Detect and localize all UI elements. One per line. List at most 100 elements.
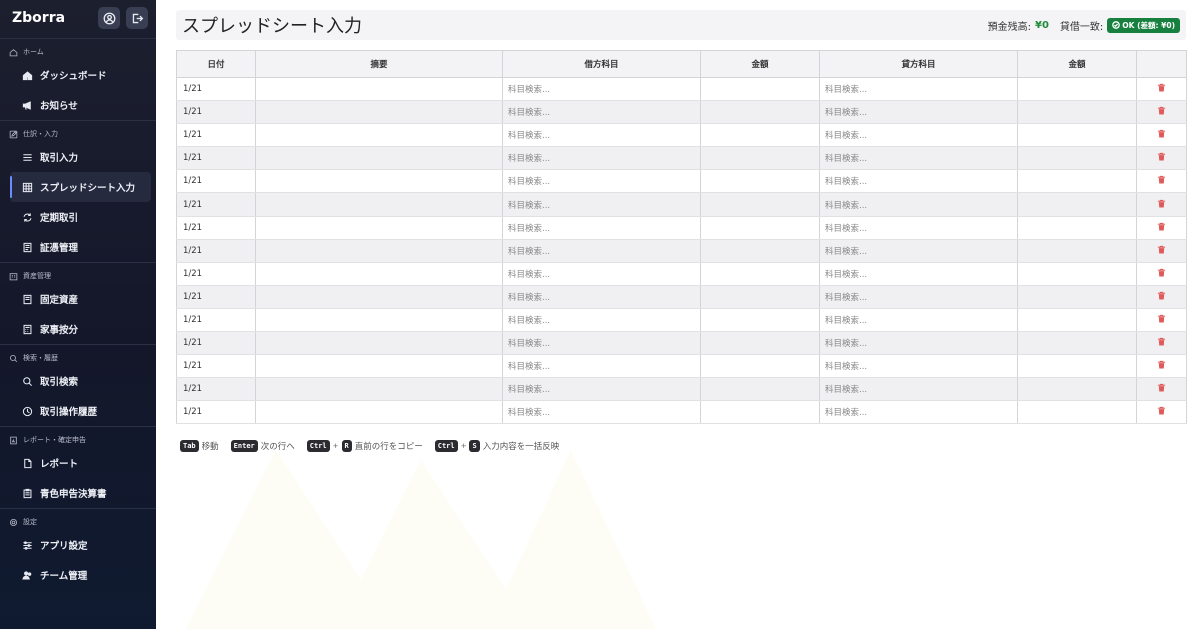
delete-row-button[interactable] bbox=[1136, 354, 1187, 379]
credit-account-cell[interactable]: 科目検索... bbox=[819, 285, 1018, 309]
date-cell[interactable]: 1/21 bbox=[176, 285, 256, 309]
debit-amount-cell[interactable] bbox=[700, 262, 820, 286]
debit-amount-cell[interactable] bbox=[700, 146, 820, 171]
credit-amount-cell[interactable] bbox=[1017, 285, 1137, 309]
delete-row-button[interactable] bbox=[1136, 146, 1187, 171]
credit-amount-cell[interactable] bbox=[1017, 123, 1137, 148]
date-cell[interactable]: 1/21 bbox=[176, 239, 256, 263]
debit-account-cell[interactable]: 科目検索... bbox=[502, 377, 701, 402]
credit-account-cell[interactable]: 科目検索... bbox=[819, 216, 1018, 240]
delete-row-button[interactable] bbox=[1136, 100, 1187, 125]
debit-amount-cell[interactable] bbox=[700, 239, 820, 263]
date-cell[interactable]: 1/21 bbox=[176, 123, 256, 148]
delete-row-button[interactable] bbox=[1136, 377, 1187, 402]
memo-cell[interactable] bbox=[255, 285, 503, 309]
credit-account-cell[interactable]: 科目検索... bbox=[819, 262, 1018, 286]
debit-account-cell[interactable]: 科目検索... bbox=[502, 216, 701, 240]
date-cell[interactable]: 1/21 bbox=[176, 169, 256, 194]
sidebar-item[interactable]: スプレッドシート入力 bbox=[10, 172, 151, 202]
sidebar-item[interactable]: 青色申告決算書 bbox=[0, 478, 156, 508]
credit-amount-cell[interactable] bbox=[1017, 400, 1137, 425]
delete-row-button[interactable] bbox=[1136, 192, 1187, 217]
memo-cell[interactable] bbox=[255, 262, 503, 286]
credit-amount-cell[interactable] bbox=[1017, 192, 1137, 217]
debit-amount-cell[interactable] bbox=[700, 331, 820, 356]
delete-row-button[interactable] bbox=[1136, 308, 1187, 333]
credit-amount-cell[interactable] bbox=[1017, 308, 1137, 333]
memo-cell[interactable] bbox=[255, 216, 503, 240]
credit-amount-cell[interactable] bbox=[1017, 100, 1137, 125]
delete-row-button[interactable] bbox=[1136, 262, 1187, 286]
debit-amount-cell[interactable] bbox=[700, 400, 820, 425]
memo-cell[interactable] bbox=[255, 146, 503, 171]
debit-account-cell[interactable]: 科目検索... bbox=[502, 123, 701, 148]
sidebar-item[interactable]: 取引操作履歴 bbox=[0, 396, 156, 426]
logout-button[interactable] bbox=[126, 7, 148, 29]
credit-account-cell[interactable]: 科目検索... bbox=[819, 308, 1018, 333]
debit-account-cell[interactable]: 科目検索... bbox=[502, 146, 701, 171]
memo-cell[interactable] bbox=[255, 331, 503, 356]
date-cell[interactable]: 1/21 bbox=[176, 262, 256, 286]
credit-account-cell[interactable]: 科目検索... bbox=[819, 377, 1018, 402]
debit-account-cell[interactable]: 科目検索... bbox=[502, 308, 701, 333]
credit-account-cell[interactable]: 科目検索... bbox=[819, 354, 1018, 379]
memo-cell[interactable] bbox=[255, 192, 503, 217]
memo-cell[interactable] bbox=[255, 169, 503, 194]
credit-account-cell[interactable]: 科目検索... bbox=[819, 100, 1018, 125]
credit-amount-cell[interactable] bbox=[1017, 331, 1137, 356]
sidebar-item[interactable]: 取引入力 bbox=[0, 142, 156, 172]
credit-account-cell[interactable]: 科目検索... bbox=[819, 169, 1018, 194]
credit-amount-cell[interactable] bbox=[1017, 354, 1137, 379]
date-cell[interactable]: 1/21 bbox=[176, 354, 256, 379]
debit-account-cell[interactable]: 科目検索... bbox=[502, 285, 701, 309]
debit-account-cell[interactable]: 科目検索... bbox=[502, 100, 701, 125]
sidebar-item[interactable]: お知らせ bbox=[0, 90, 156, 120]
delete-row-button[interactable] bbox=[1136, 400, 1187, 425]
memo-cell[interactable] bbox=[255, 100, 503, 125]
debit-account-cell[interactable]: 科目検索... bbox=[502, 354, 701, 379]
delete-row-button[interactable] bbox=[1136, 239, 1187, 263]
date-cell[interactable]: 1/21 bbox=[176, 100, 256, 125]
date-cell[interactable]: 1/21 bbox=[176, 331, 256, 356]
debit-account-cell[interactable]: 科目検索... bbox=[502, 239, 701, 263]
debit-amount-cell[interactable] bbox=[700, 377, 820, 402]
date-cell[interactable]: 1/21 bbox=[176, 377, 256, 402]
delete-row-button[interactable] bbox=[1136, 331, 1187, 356]
memo-cell[interactable] bbox=[255, 123, 503, 148]
debit-amount-cell[interactable] bbox=[700, 308, 820, 333]
credit-account-cell[interactable]: 科目検索... bbox=[819, 77, 1018, 102]
memo-cell[interactable] bbox=[255, 377, 503, 402]
debit-amount-cell[interactable] bbox=[700, 123, 820, 148]
credit-account-cell[interactable]: 科目検索... bbox=[819, 192, 1018, 217]
debit-amount-cell[interactable] bbox=[700, 285, 820, 309]
delete-row-button[interactable] bbox=[1136, 77, 1187, 102]
date-cell[interactable]: 1/21 bbox=[176, 400, 256, 425]
debit-account-cell[interactable]: 科目検索... bbox=[502, 77, 701, 102]
memo-cell[interactable] bbox=[255, 239, 503, 263]
sidebar-item[interactable]: 定期取引 bbox=[0, 202, 156, 232]
delete-row-button[interactable] bbox=[1136, 216, 1187, 240]
credit-amount-cell[interactable] bbox=[1017, 377, 1137, 402]
delete-row-button[interactable] bbox=[1136, 123, 1187, 148]
credit-account-cell[interactable]: 科目検索... bbox=[819, 146, 1018, 171]
credit-amount-cell[interactable] bbox=[1017, 146, 1137, 171]
sidebar-item[interactable]: 家事按分 bbox=[0, 314, 156, 344]
credit-account-cell[interactable]: 科目検索... bbox=[819, 400, 1018, 425]
delete-row-button[interactable] bbox=[1136, 169, 1187, 194]
delete-row-button[interactable] bbox=[1136, 285, 1187, 309]
credit-amount-cell[interactable] bbox=[1017, 169, 1137, 194]
debit-amount-cell[interactable] bbox=[700, 169, 820, 194]
date-cell[interactable]: 1/21 bbox=[176, 192, 256, 217]
sidebar-item[interactable]: 固定資産 bbox=[0, 284, 156, 314]
debit-amount-cell[interactable] bbox=[700, 354, 820, 379]
date-cell[interactable]: 1/21 bbox=[176, 216, 256, 240]
debit-amount-cell[interactable] bbox=[700, 192, 820, 217]
sidebar-item[interactable]: 取引検索 bbox=[0, 366, 156, 396]
memo-cell[interactable] bbox=[255, 77, 503, 102]
memo-cell[interactable] bbox=[255, 354, 503, 379]
date-cell[interactable]: 1/21 bbox=[176, 77, 256, 102]
credit-amount-cell[interactable] bbox=[1017, 262, 1137, 286]
credit-account-cell[interactable]: 科目検索... bbox=[819, 239, 1018, 263]
debit-account-cell[interactable]: 科目検索... bbox=[502, 262, 701, 286]
date-cell[interactable]: 1/21 bbox=[176, 146, 256, 171]
